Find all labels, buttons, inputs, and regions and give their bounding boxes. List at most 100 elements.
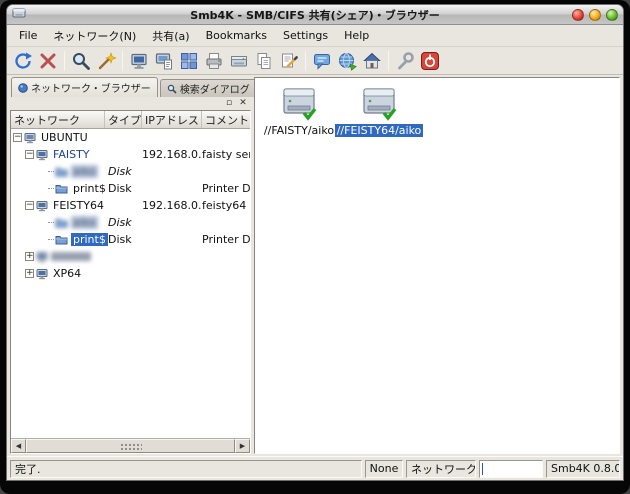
maximize-button[interactable] (606, 8, 618, 21)
list-item[interactable]: //FAISTY/aiko (259, 85, 339, 137)
share-label-selected[interactable]: print$ (71, 233, 108, 246)
menu-settings[interactable]: Settings (275, 26, 336, 45)
redacted-share[interactable]: aiko (54, 165, 98, 178)
menu-shares[interactable]: 共有(a) (144, 25, 197, 47)
table-row[interactable]: aiko Disk (11, 163, 250, 180)
search-icon[interactable] (69, 49, 93, 73)
mounted-drive-icon[interactable] (276, 85, 322, 123)
printer-icon[interactable] (202, 49, 226, 73)
tab-label: ネットワーク・ブラウザー (31, 84, 151, 95)
dock-float-icon[interactable]: ▫ (224, 99, 234, 109)
column-comment[interactable]: コメント (202, 111, 250, 128)
toolbar-separator (122, 50, 123, 71)
configure-icon[interactable] (393, 49, 417, 73)
quick-search-input[interactable] (482, 462, 540, 475)
branch-line (48, 188, 54, 189)
status-input-box[interactable] (479, 459, 543, 478)
comment-cell: feisty64 s (202, 199, 250, 212)
menu-file[interactable]: File (11, 26, 45, 45)
window-frame: Smb4K - SMB/CIFS 共有(シェア)・ブラウザー File ネットワ… (0, 0, 630, 494)
dock-controls: ▫ ✕ (10, 97, 251, 110)
mounted-shares-view[interactable]: //FAISTY/aiko //FEISTY64/aiko (254, 77, 620, 454)
toolbar-separator (64, 50, 65, 71)
host-label[interactable]: FAISTY (51, 148, 92, 161)
share-view-icon[interactable] (152, 49, 176, 73)
scrollbar-thumb[interactable] (26, 439, 235, 453)
table-row[interactable]: UBUNTU (11, 129, 250, 146)
redacted-share[interactable]: aiko (54, 216, 98, 229)
host-icon (36, 268, 48, 279)
search-icon (167, 84, 177, 94)
table-row[interactable] (11, 248, 250, 265)
internet-icon[interactable] (335, 49, 359, 73)
main-area: ネットワーク・ブラウザー 検索ダイアログ ▫ ✕ ネットワーク タイプ IPアド… (7, 75, 623, 456)
quit-icon[interactable] (418, 49, 442, 73)
mounted-shares-icon[interactable] (177, 49, 201, 73)
share-folder-icon (55, 236, 68, 245)
column-network[interactable]: ネットワーク (11, 111, 105, 128)
ip-cell: 192.168.0.2 (142, 199, 202, 212)
host-label[interactable]: XP64 (51, 267, 83, 280)
table-row[interactable]: print$ Disk Printer Dr (11, 180, 250, 197)
table-row[interactable]: aiko Disk (11, 214, 250, 231)
statusbar: 完了. None ネットワーク Smb4K 0.8.0 (7, 456, 623, 480)
comment-cell: faisty ser (202, 148, 250, 161)
branch-line (48, 239, 54, 240)
type-cell: Disk (108, 233, 132, 246)
share-label[interactable]: print$ (71, 182, 108, 195)
minimize-button[interactable] (589, 8, 601, 21)
scroll-left-icon[interactable]: ◀ (11, 439, 26, 453)
close-button[interactable] (572, 8, 584, 21)
menu-network[interactable]: ネットワーク(N) (45, 25, 144, 47)
tab-label: 検索ダイアログ (179, 85, 250, 96)
rescan-icon[interactable] (11, 49, 35, 73)
collapse-icon[interactable] (13, 132, 22, 142)
column-type[interactable]: タイプ (105, 111, 142, 128)
share-item-label-selected[interactable]: //FEISTY64/aiko (334, 124, 424, 137)
share-item-label[interactable]: //FAISTY/aiko (262, 124, 336, 137)
column-ip[interactable]: IPアドレス (142, 111, 202, 128)
mount-manually-icon[interactable] (94, 49, 118, 73)
list-item[interactable]: //FEISTY64/aiko (334, 85, 424, 137)
collapse-icon[interactable] (25, 200, 34, 210)
network-sphere-icon (18, 82, 28, 93)
dock-close-icon[interactable]: ✕ (238, 99, 248, 109)
workgroup-label[interactable]: UBUNTU (39, 131, 90, 144)
comment-cell: Printer Dr (202, 233, 250, 246)
table-row[interactable]: FAISTY 192.168.0.8 faisty ser (11, 146, 250, 163)
window-title: Smb4K - SMB/CIFS 共有(シェア)・ブラウザー (190, 8, 440, 22)
menu-bookmarks[interactable]: Bookmarks (198, 26, 275, 45)
redacted-host[interactable] (35, 251, 95, 263)
abort-icon[interactable] (36, 49, 60, 73)
share-folder-icon (55, 219, 68, 228)
horizontal-scrollbar[interactable]: ◀ ▶ (11, 438, 250, 453)
write-icon[interactable] (277, 49, 301, 73)
collapse-icon[interactable] (25, 149, 34, 159)
menu-help[interactable]: Help (336, 26, 377, 45)
mounted-drive-icon[interactable] (356, 85, 402, 123)
titlebar[interactable]: Smb4K - SMB/CIFS 共有(シェア)・ブラウザー (7, 5, 623, 25)
status-network-label: ネットワーク (406, 459, 476, 478)
table-row[interactable]: print$ Disk Printer Dr (11, 231, 250, 248)
menubar: File ネットワーク(N) 共有(a) Bookmarks Settings … (7, 25, 623, 47)
host-icon (36, 149, 48, 160)
scrollbar-grip (119, 442, 142, 450)
type-cell: Disk (108, 216, 132, 229)
type-cell: Disk (108, 165, 132, 178)
network-browser-icon[interactable] (127, 49, 151, 73)
scroll-right-icon[interactable]: ▶ (235, 439, 250, 453)
hard-disk-icon[interactable] (227, 49, 251, 73)
expand-icon[interactable] (25, 268, 34, 278)
share-label: aiko (71, 165, 98, 178)
tab-network-browser[interactable]: ネットワーク・ブラウザー (11, 77, 158, 97)
home-icon[interactable] (360, 49, 384, 73)
network-tree: ネットワーク タイプ IPアドレス コメント UBUNTU (10, 110, 251, 454)
table-row[interactable]: XP64 (11, 265, 250, 282)
tab-search-dialog[interactable]: 検索ダイアログ (159, 79, 257, 97)
copy-icon[interactable] (252, 49, 276, 73)
expand-icon[interactable] (25, 251, 34, 261)
network-neighborhood-icon[interactable] (310, 49, 334, 73)
tree-header: ネットワーク タイプ IPアドレス コメント (11, 111, 250, 129)
table-row[interactable]: FEISTY64 192.168.0.2 feisty64 s (11, 197, 250, 214)
host-label[interactable]: FEISTY64 (51, 199, 106, 212)
